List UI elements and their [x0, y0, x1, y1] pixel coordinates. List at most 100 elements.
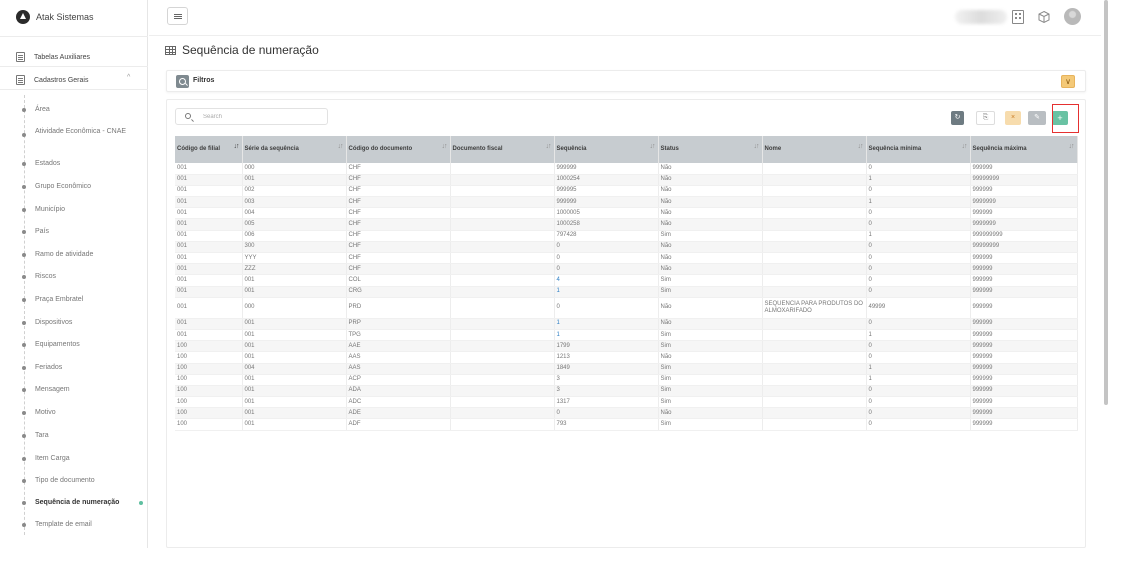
table-cell: Sim	[658, 396, 763, 409]
table-row[interactable]: 001 004 CHF 1000005 Não 0 999999	[175, 207, 1078, 220]
table-row[interactable]: 001 001 CHF 1000254 Não 1 99999999	[175, 174, 1078, 186]
column-header-label: Série da sequência	[244, 146, 299, 152]
sidebar-item-municipio[interactable]: Município	[22, 205, 65, 214]
table-row[interactable]: 001 000 PRD 0 Não SEQUENCIA PARA PRODUTOS DO …	[175, 297, 1078, 319]
sidebar-item-sequencia-numeracao[interactable]: Sequência de numeração	[22, 498, 143, 507]
search-box[interactable]	[175, 108, 328, 125]
column-header[interactable]: Código do documento ↓↑	[346, 136, 451, 163]
table-row[interactable]: 001 005 CHF 1000258 Não 0 9999999	[175, 218, 1078, 231]
sidebar-item-feriados[interactable]: Feriados	[22, 363, 62, 372]
table-cell: 1000254	[554, 174, 659, 186]
sidebar-item-template-email[interactable]: Template de email	[22, 520, 92, 529]
sidebar-item-label: Grupo Econômico	[35, 183, 92, 190]
table-row[interactable]: 001 ZZZ CHF 0 Não 0 999999	[175, 263, 1078, 276]
table-row[interactable]: 100 001 ADC 1317 Sim 0 999999	[175, 396, 1078, 409]
table-cell: 001	[242, 385, 347, 398]
table-cell: 999999	[970, 374, 1078, 386]
table-row[interactable]: 001 003 CHF 999999 Não 1 9999999	[175, 196, 1078, 209]
chevron-down-icon[interactable]: ∨	[1061, 75, 1075, 88]
sidebar-item-estados[interactable]: Estados	[22, 159, 60, 168]
table-row[interactable]: 100 001 ACP 3 Sim 1 999999	[175, 374, 1078, 386]
sidebar-item-mensagem[interactable]: Mensagem	[22, 385, 70, 394]
table-cell	[450, 407, 555, 420]
table-row[interactable]: 001 001 CRG 1 Sim 0 999999	[175, 286, 1078, 298]
sidebar-item-praca-embratel[interactable]: Praça Embratel	[22, 295, 83, 304]
column-header[interactable]: Sequência máxima ↓↑	[970, 136, 1078, 163]
table-cell	[762, 218, 867, 231]
sidebar-item-equipamentos[interactable]: Equipamentos	[22, 340, 80, 349]
table-cell: 999995	[554, 185, 659, 198]
sidebar-item-item-carga[interactable]: Item Carga	[22, 454, 70, 463]
sidebar-item-label: País	[35, 228, 50, 235]
sidebar-item-dispositivos[interactable]: Dispositivos	[22, 318, 72, 327]
scrollbar[interactable]	[1104, 0, 1108, 405]
table-cell: 999999999	[970, 230, 1078, 242]
table-cell: 001	[242, 418, 347, 431]
sidebar-item-tipo-documento[interactable]: Tipo de documento	[22, 476, 95, 485]
bullet-icon	[22, 161, 26, 166]
table-cell	[762, 185, 867, 198]
table-cell: 1	[866, 230, 971, 242]
table-row[interactable]: 100 001 AAS 1213 Não 0 999999	[175, 351, 1078, 364]
menu-group-tabelas-auxiliares[interactable]: Tabelas Auxiliares	[16, 50, 90, 64]
delete-button[interactable]: ×	[1005, 111, 1021, 125]
table-cell: 0	[866, 286, 971, 298]
table-cell: 0	[554, 241, 659, 254]
table-row[interactable]: 001 001 PRP 1 Não 0 999999	[175, 318, 1078, 330]
table-row[interactable]: 100 001 ADE 0 Não 0 999999	[175, 407, 1078, 420]
bullet-icon	[22, 387, 26, 392]
table-cell: 001	[242, 286, 347, 298]
menu-toggle-button[interactable]	[167, 7, 188, 25]
search-input[interactable]	[203, 112, 318, 122]
bullet-icon	[22, 252, 26, 257]
edit-button[interactable]: ✎	[1028, 111, 1046, 125]
sidebar-item-tara[interactable]: Tara	[22, 431, 49, 440]
sidebar-item-area[interactable]: Área	[22, 105, 50, 114]
menu-group-cadastros-gerais[interactable]: Cadastros Gerais ^	[16, 73, 130, 87]
column-header[interactable]: Sequência mínima ↓↑	[866, 136, 971, 163]
column-header[interactable]: Nome ↓↑	[762, 136, 867, 163]
building-icon[interactable]	[1012, 10, 1024, 24]
sidebar-item-ramo-atividade[interactable]: Ramo de atividade	[22, 250, 93, 259]
table-cell: 100	[175, 418, 243, 431]
cube-icon[interactable]	[1038, 10, 1050, 24]
table-row[interactable]: 001 300 CHF 0 Não 0 99999999	[175, 241, 1078, 254]
table-cell: 49999	[866, 297, 971, 319]
table-row[interactable]: 100 001 ADF 793 Sim 0 999999	[175, 418, 1078, 431]
table-cell	[450, 385, 555, 398]
table-cell: 1	[866, 196, 971, 209]
table-row[interactable]: 001 001 COL 4 Sim 0 999999	[175, 274, 1078, 287]
column-header[interactable]: Sequência ↓↑	[554, 136, 659, 163]
table-row[interactable]: 001 001 TPG 1 Sim 1 999999	[175, 329, 1078, 342]
table-cell: CRG	[346, 286, 451, 298]
column-header[interactable]: Código de filial ↓↑	[175, 136, 243, 163]
table-row[interactable]: 001 006 CHF 797428 Sim 1 999999999	[175, 230, 1078, 242]
column-header[interactable]: Documento fiscal ↓↑	[450, 136, 555, 163]
sidebar-item-riscos[interactable]: Riscos	[22, 272, 56, 281]
table-row[interactable]: 001 000 CHF 999999 Não 0 999999	[175, 163, 1078, 175]
table-cell: 001	[242, 274, 347, 287]
table-cell: 001	[242, 351, 347, 364]
sort-icon: ↓↑	[649, 143, 656, 150]
table-cell	[762, 174, 867, 186]
sidebar-item-motivo[interactable]: Motivo	[22, 408, 56, 417]
sidebar-item-cnae[interactable]: Atividade Econômica - CNAE	[22, 127, 132, 137]
avatar[interactable]	[1064, 8, 1081, 25]
bullet-icon	[22, 342, 26, 347]
table-row[interactable]: 100 004 AAS 1849 Sim 1 999999	[175, 363, 1078, 375]
table-row[interactable]: 001 002 CHF 999995 Não 0 999999	[175, 185, 1078, 198]
app-logo[interactable]: Atak Sistemas	[16, 9, 94, 25]
sidebar-item-pais[interactable]: País	[22, 227, 49, 236]
refresh-button[interactable]: ↻	[951, 111, 964, 125]
table-cell	[762, 407, 867, 420]
table-cell	[450, 418, 555, 431]
table-row[interactable]: 001 YYY CHF 0 Não 0 999999	[175, 252, 1078, 265]
table-row[interactable]: 100 001 ADA 3 Sim 0 999999	[175, 385, 1078, 398]
filters-panel[interactable]: Filtros ∨	[166, 70, 1086, 92]
sidebar-item-grupo-economico[interactable]: Grupo Econômico	[22, 182, 91, 191]
column-header[interactable]: Status ↓↑	[658, 136, 763, 163]
table-row[interactable]: 100 001 AAE 1799 Sim 0 999999	[175, 340, 1078, 353]
column-header[interactable]: Série da sequência ↓↑	[242, 136, 347, 163]
bullet-icon	[22, 320, 26, 325]
export-button[interactable]: ⎘	[976, 111, 995, 125]
